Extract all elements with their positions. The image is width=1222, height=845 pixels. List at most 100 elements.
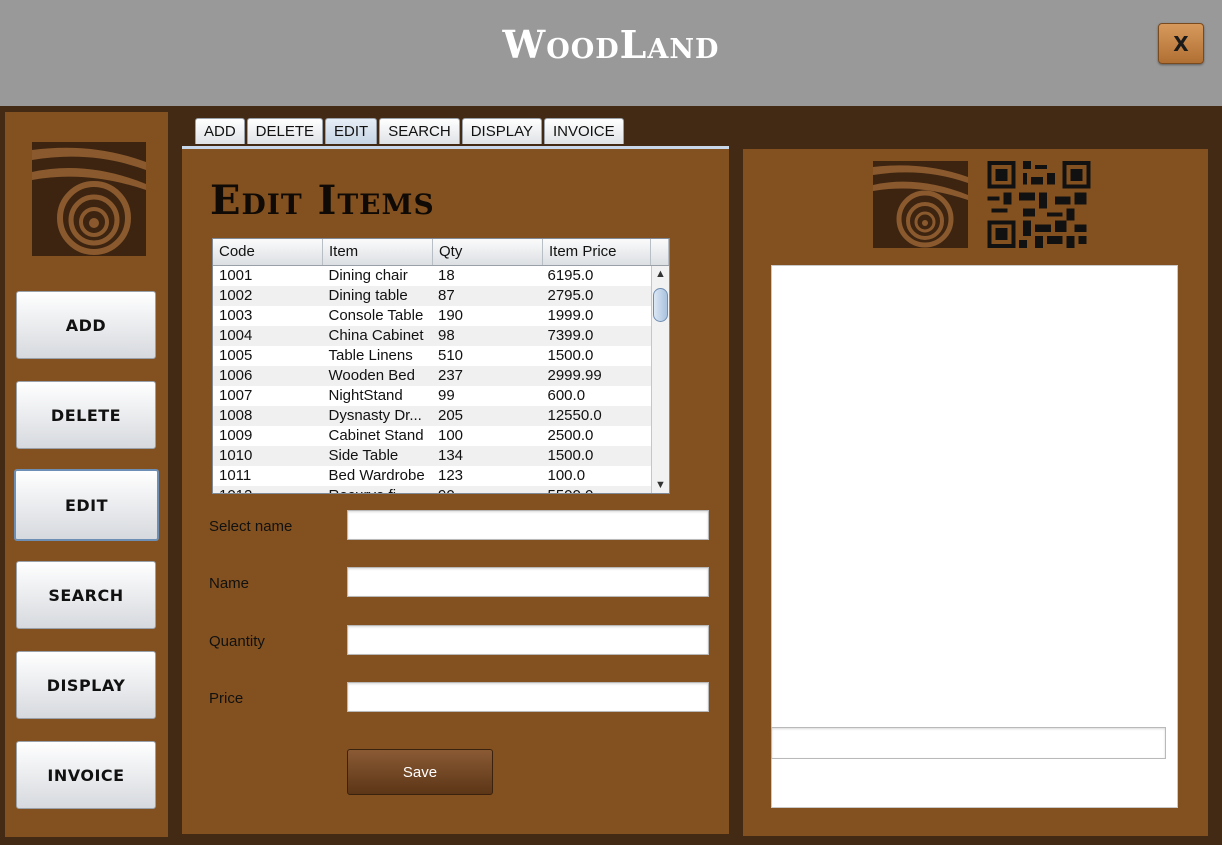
table-cell-item-price: 12550.0 xyxy=(547,407,602,424)
table-cell-item: Dining chair xyxy=(328,267,408,284)
table-cell-qty: 123 xyxy=(438,467,464,484)
table-cell-qty: 98 xyxy=(438,327,455,344)
woodland-logo xyxy=(32,142,146,256)
table-cell-code: 1010 xyxy=(219,447,253,464)
table-cell-item: Table Linens xyxy=(328,347,413,364)
tab-add[interactable]: ADD xyxy=(195,118,245,144)
table-cell-item-price: 1500.0 xyxy=(547,447,594,464)
table-row[interactable]: 1007 NightStand 99 600.0 xyxy=(213,386,651,406)
table-cell-code: 1012 xyxy=(213,486,323,493)
table-cell-code: 1008 xyxy=(219,407,253,424)
table-row[interactable]: 1009 Cabinet Stand 100 2500.0 xyxy=(213,426,651,446)
table-cell-item: Side Table xyxy=(328,447,399,464)
table-cell-item-price: 6195.0 xyxy=(547,267,594,284)
scroll-down-icon[interactable]: ▼ xyxy=(655,479,666,491)
tab-bar: ADD DELETE EDIT SEARCH DISPLAY INVOICE xyxy=(195,118,624,146)
table-cell-code: 1005 xyxy=(219,347,253,364)
table-cell-item-price: 2500.0 xyxy=(547,427,594,444)
sidebar-delete-button[interactable]: DELETE xyxy=(16,381,156,449)
table-row[interactable]: 1011 Bed Wardrobe 123 100.0 xyxy=(213,466,651,486)
table-cell-item: Wooden Bed xyxy=(328,367,415,384)
table-row[interactable]: 1008 Dysnasty Dr... 205 12550.0 xyxy=(213,406,651,426)
close-button[interactable]: X xyxy=(1158,23,1204,64)
table-body: 1001 Dining chair 18 6195.0 1002 Dining table… xyxy=(213,266,651,493)
table-cell-code: 1009 xyxy=(219,427,253,444)
tab-delete[interactable]: DELETE xyxy=(246,118,324,144)
table-cell-item: NightStand xyxy=(328,387,403,404)
invoice-input[interactable] xyxy=(771,727,1166,759)
quantity-label: Quantity xyxy=(209,633,265,650)
table-row[interactable]: 1005 Table Linens 510 1500.0 xyxy=(213,346,651,366)
title-bar: WoodLand X xyxy=(0,0,1222,106)
table-cell-item-price: 2795.0 xyxy=(547,287,594,304)
table-cell-item: Dining table xyxy=(328,287,408,304)
price-label: Price xyxy=(209,690,244,707)
table-cell-qty: 190 xyxy=(438,307,464,324)
sidebar: ADD DELETE EDIT SEARCH DISPLAY INVOICE xyxy=(5,112,168,837)
column-header-item[interactable]: Item xyxy=(323,239,433,265)
table-cell-item-price: 7399.0 xyxy=(547,327,594,344)
table-cell-qty: 100 xyxy=(438,427,464,444)
table-cell-qty: 99 xyxy=(438,387,455,404)
page-title: Edit Items xyxy=(210,177,435,224)
table-cell-item: Dysnasty Dr... xyxy=(328,407,422,424)
sidebar-add-button[interactable]: ADD xyxy=(16,291,156,359)
select-name-input[interactable] xyxy=(347,510,709,540)
column-header-filler xyxy=(651,239,669,265)
name-input[interactable] xyxy=(347,567,709,597)
wood-rings-icon xyxy=(873,161,968,248)
table-cell-code: 1007 xyxy=(219,387,253,404)
tab-search[interactable]: SEARCH xyxy=(379,118,460,144)
invoice-preview-panel xyxy=(743,149,1208,836)
sidebar-invoice-button[interactable]: INVOICE xyxy=(16,741,156,809)
table-cell-item-price: 100.0 xyxy=(547,467,586,484)
table-row[interactable]: 1006 Wooden Bed 237 2999.99 xyxy=(213,366,651,386)
column-header-qty[interactable]: Qty xyxy=(433,239,543,265)
tab-edit[interactable]: EDIT xyxy=(325,118,378,144)
table-cell-code: 1003 xyxy=(219,307,253,324)
table-row[interactable]: 1004 China Cabinet 98 7399.0 xyxy=(213,326,651,346)
table-cell-item: Console Table xyxy=(328,307,424,324)
scroll-thumb[interactable] xyxy=(653,288,668,322)
items-table[interactable]: Code Item Qty Item Price 1001 Dining chai… xyxy=(212,238,670,494)
price-input[interactable] xyxy=(347,682,709,712)
table-cell-qty: 205 xyxy=(438,407,464,424)
scroll-up-icon[interactable]: ▲ xyxy=(655,268,666,280)
table-scrollbar[interactable]: ▲ ▼ xyxy=(651,266,669,493)
table-cell-qty: 237 xyxy=(438,367,464,384)
name-label: Name xyxy=(209,575,250,592)
sidebar-edit-button[interactable]: EDIT xyxy=(14,469,159,541)
table-cell-item-price: 2999.99 xyxy=(547,367,602,384)
qr-code-icon xyxy=(987,161,1091,248)
table-cell-qty: 90 xyxy=(432,486,542,493)
table-row[interactable]: 1012Recurve fi...905500.0 xyxy=(213,486,651,493)
tab-display[interactable]: DISPLAY xyxy=(461,118,542,144)
app-title: WoodLand xyxy=(502,22,720,67)
table-row[interactable]: 1001 Dining chair 18 6195.0 xyxy=(213,266,651,286)
table-row[interactable]: 1010 Side Table 134 1500.0 xyxy=(213,446,651,466)
wood-rings-icon xyxy=(32,142,146,256)
table-cell-code: 1006 xyxy=(219,367,253,384)
table-cell-code: 1011 xyxy=(219,467,252,484)
table-cell-qty: 18 xyxy=(438,267,455,284)
table-cell-qty: 87 xyxy=(438,287,455,304)
table-cell-code: 1004 xyxy=(219,327,253,344)
table-row[interactable]: 1002 Dining table 87 2795.0 xyxy=(213,286,651,306)
save-button[interactable]: Save xyxy=(347,749,493,795)
column-header-code[interactable]: Code xyxy=(213,239,323,265)
table-cell-item: China Cabinet xyxy=(328,327,424,344)
select-name-label: Select name xyxy=(209,518,293,535)
edit-panel: Edit Items Code Item Qty Item Price 1001… xyxy=(182,149,729,834)
tab-invoice[interactable]: INVOICE xyxy=(543,118,624,144)
sidebar-search-button[interactable]: SEARCH xyxy=(16,561,156,629)
quantity-input[interactable] xyxy=(347,625,709,655)
woodland-logo-small xyxy=(873,161,968,248)
table-cell-item: Bed Wardrobe xyxy=(328,467,425,484)
table-header: Code Item Qty Item Price xyxy=(213,239,669,266)
table-cell-item: Recurve fi... xyxy=(323,486,433,493)
table-cell-qty: 134 xyxy=(438,447,464,464)
table-cell-item-price: 600.0 xyxy=(547,387,586,404)
table-row[interactable]: 1003 Console Table 190 1999.0 xyxy=(213,306,651,326)
sidebar-display-button[interactable]: DISPLAY xyxy=(16,651,156,719)
column-header-item-price[interactable]: Item Price xyxy=(543,239,651,265)
